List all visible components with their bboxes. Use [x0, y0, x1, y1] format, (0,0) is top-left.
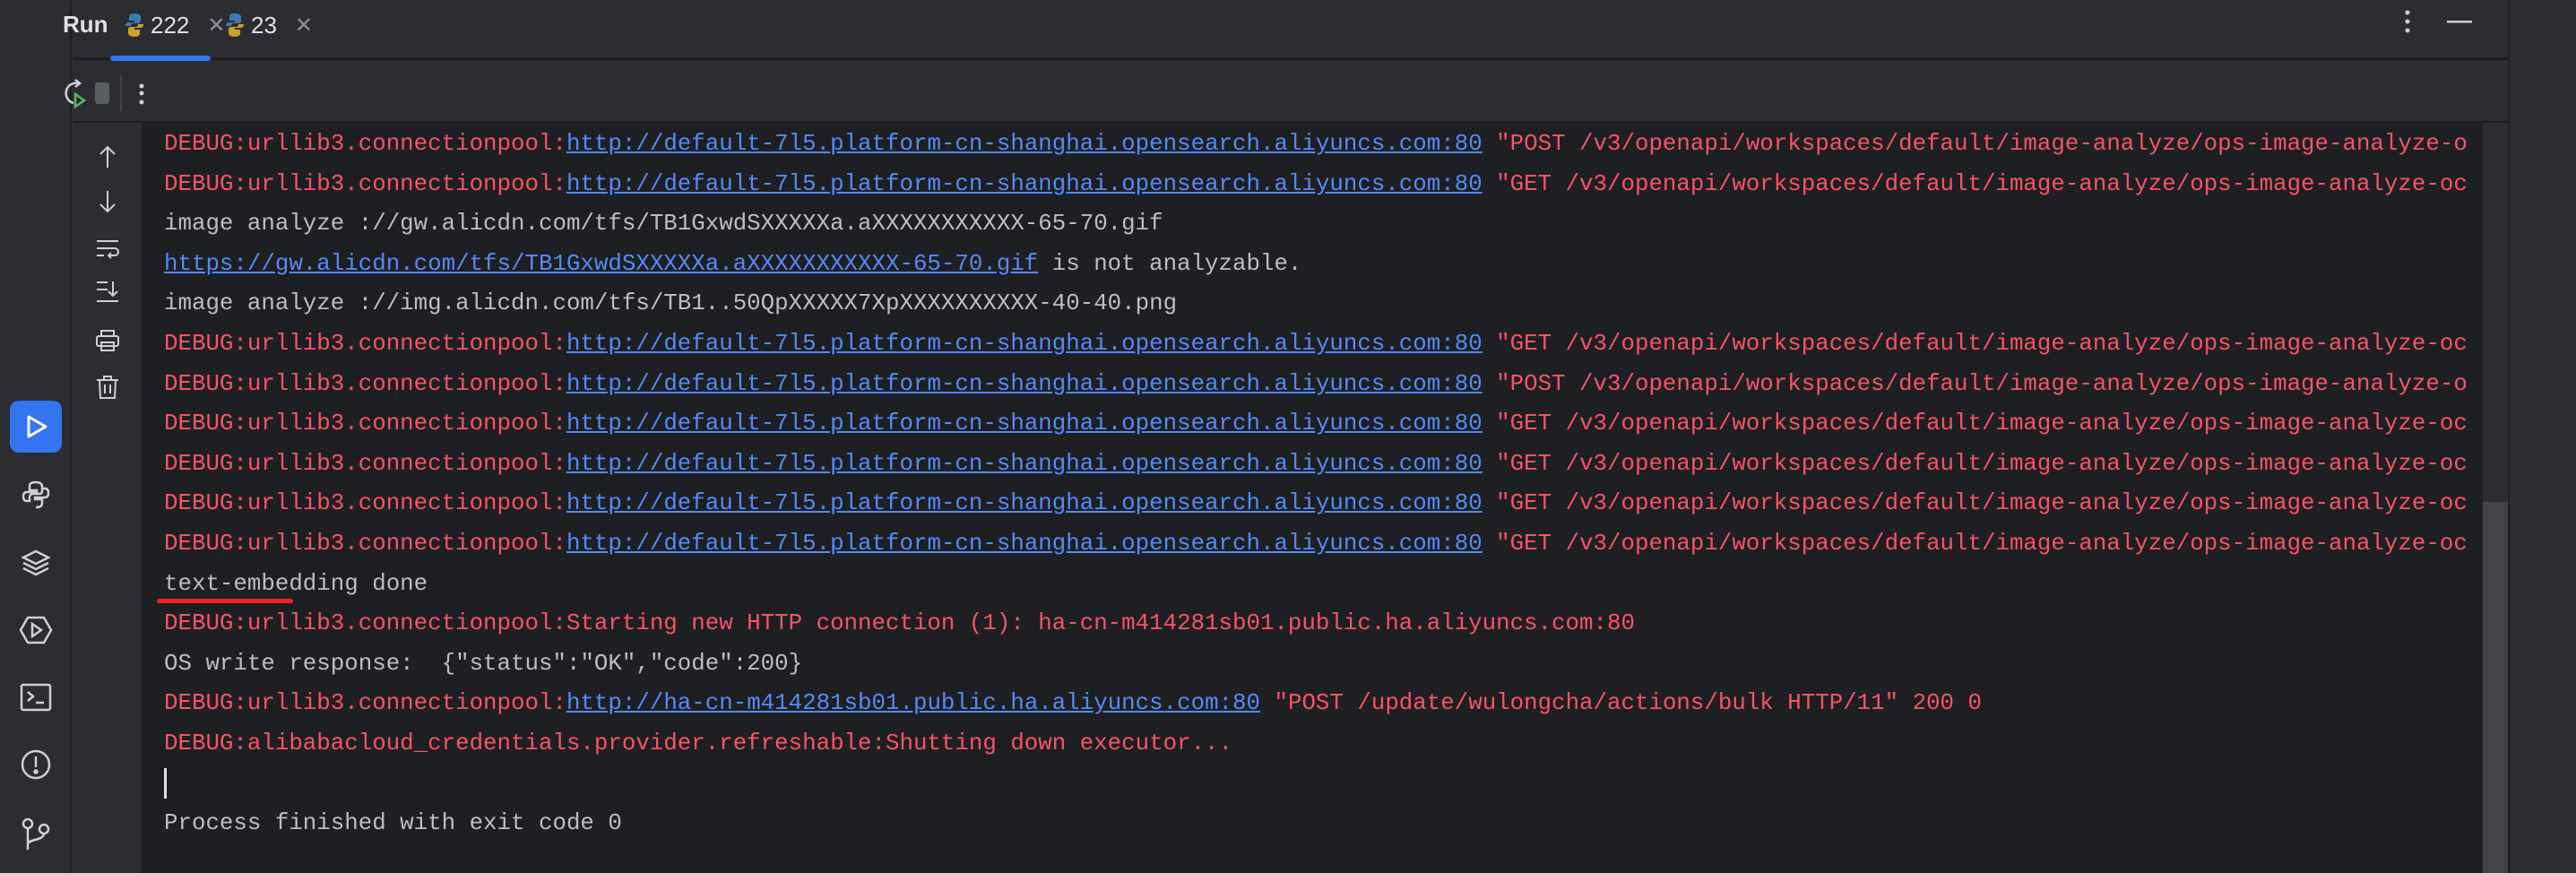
console-link[interactable]: http://default-7l5.platform-cn-shanghai.…	[566, 531, 1482, 557]
output-text: text-embedding done	[164, 570, 428, 597]
layers-icon[interactable]	[10, 537, 62, 589]
console-link[interactable]: http://default-7l5.platform-cn-shanghai.…	[566, 171, 1482, 197]
trash-icon[interactable]	[94, 374, 121, 401]
minimize-icon[interactable]	[2447, 19, 2472, 24]
scroll-to-end-icon[interactable]	[94, 278, 121, 305]
debug-text: DEBUG:urllib3.connectionpool:	[164, 490, 566, 517]
tab-23[interactable]: 23 ✕	[226, 9, 313, 41]
problems-icon[interactable]	[10, 739, 62, 791]
console-link[interactable]: http://default-7l5.platform-cn-shanghai.…	[566, 131, 1482, 157]
run-toolbar	[65, 63, 2508, 123]
debug-text: DEBUG:urllib3.connectionpool:	[164, 530, 566, 557]
console-line: DEBUG:urllib3.connectionpool:Starting ne…	[164, 604, 2468, 644]
terminal-icon[interactable]	[10, 671, 62, 723]
soft-wrap-icon[interactable]	[94, 236, 121, 263]
text-cursor	[164, 767, 167, 799]
tab-222[interactable]: 222 ✕	[125, 9, 226, 41]
highlight-underline	[157, 598, 293, 603]
console-line: text-embedding done	[157, 565, 2468, 605]
tool-window-title: Run	[63, 11, 108, 38]
console-lines: DEBUG:urllib3.connectionpool:http://defa…	[157, 125, 2468, 844]
console-line: DEBUG:urllib3.connectionpool:http://defa…	[164, 404, 2468, 445]
python-icon[interactable]	[10, 469, 62, 521]
more-options-icon[interactable]	[138, 77, 145, 109]
run-icon[interactable]	[10, 401, 62, 453]
console-line: DEBUG:urllib3.connectionpool:http://defa…	[164, 484, 2468, 524]
arrow-down-icon[interactable]	[94, 188, 121, 215]
debug-text: DEBUG:urllib3.connectionpool:	[164, 370, 566, 397]
console-line: DEBUG:urllib3.connectionpool:http://defa…	[164, 324, 2468, 365]
debug-text: DEBUG:urllib3.connectionpool:	[164, 131, 566, 157]
debug-text: "POST /v3/openapi/workspaces/default/ima…	[1482, 131, 2468, 157]
output-text: OS write response: {"status":"OK","code"…	[164, 650, 803, 677]
debug-text: DEBUG:urllib3.connectionpool:	[164, 170, 566, 197]
panel-divider	[2508, 0, 2510, 873]
debug-text: DEBUG:urllib3.connectionpool:Starting ne…	[164, 610, 1635, 637]
console-line: image analyze ://gw.alicdn.com/tfs/TB1Gx…	[164, 204, 2468, 245]
console-line: DEBUG:urllib3.connectionpool:http://defa…	[164, 524, 2468, 565]
console-line: DEBUG:alibabacloud_credentials.provider.…	[164, 724, 2468, 765]
console-link[interactable]: http://ha-cn-m414281sb01.public.ha.aliyu…	[566, 690, 1260, 716]
debug-text: DEBUG:urllib3.connectionpool:	[164, 450, 566, 477]
print-icon[interactable]	[94, 327, 121, 354]
stop-icon[interactable]	[95, 77, 109, 109]
output-text: is not analyzable.	[1038, 250, 1302, 277]
console-link[interactable]: https://gw.alicdn.com/tfs/TB1GxwdSXXXXXa…	[164, 251, 1038, 277]
debug-text: DEBUG:urllib3.connectionpool:	[164, 690, 566, 717]
console-line: DEBUG:urllib3.connectionpool:http://defa…	[164, 125, 2468, 165]
console-link[interactable]: http://default-7l5.platform-cn-shanghai.…	[566, 331, 1482, 357]
debug-text: "GET /v3/openapi/workspaces/default/imag…	[1482, 530, 2468, 557]
close-icon[interactable]: ✕	[207, 13, 225, 39]
console-link[interactable]: http://default-7l5.platform-cn-shanghai.…	[566, 411, 1482, 436]
run-tool-window-header: Run 222 ✕ 23 ✕	[63, 0, 2508, 61]
activity-bar	[0, 0, 72, 873]
console-line: image analyze ://img.alicdn.com/tfs/TB1.…	[164, 284, 2468, 324]
python-file-icon	[125, 13, 143, 37]
debug-text: "POST /update/wulongcha/actions/bulk HTT…	[1260, 690, 1982, 717]
console-line: DEBUG:urllib3.connectionpool:http://defa…	[164, 165, 2468, 205]
debug-text: "GET /v3/openapi/workspaces/default/imag…	[1482, 450, 2468, 477]
debug-text: "GET /v3/openapi/workspaces/default/imag…	[1482, 490, 2468, 517]
console-line: DEBUG:urllib3.connectionpool:http://defa…	[164, 365, 2468, 405]
more-options-icon[interactable]	[2404, 9, 2411, 34]
console-link[interactable]: http://default-7l5.platform-cn-shanghai.…	[566, 451, 1482, 477]
console-line: Process finished with exit code 0	[164, 804, 2468, 844]
tab-label: 222	[151, 11, 190, 39]
git-icon[interactable]	[10, 808, 62, 860]
debug-text: DEBUG:urllib3.connectionpool:	[164, 411, 566, 437]
debug-text: "GET /v3/openapi/workspaces/default/imag…	[1482, 170, 2468, 197]
console-line: https://gw.alicdn.com/tfs/TB1GxwdSXXXXXa…	[164, 245, 2468, 285]
debug-text: DEBUG:urllib3.connectionpool:	[164, 330, 566, 357]
arrow-up-icon[interactable]	[94, 143, 121, 170]
console-line: DEBUG:urllib3.connectionpool:http://defa…	[164, 445, 2468, 485]
console-line: OS write response: {"status":"OK","code"…	[164, 644, 2468, 685]
debug-text: "GET /v3/openapi/workspaces/default/imag…	[1482, 330, 2468, 357]
output-text: Process finished with exit code 0	[164, 810, 622, 837]
rerun-icon[interactable]	[63, 77, 88, 109]
scrollbar-thumb[interactable]	[2483, 502, 2508, 873]
debug-text: "POST /v3/openapi/workspaces/default/ima…	[1482, 370, 2468, 397]
debug-text: DEBUG:alibabacloud_credentials.provider.…	[164, 730, 1233, 756]
close-icon[interactable]: ✕	[295, 13, 313, 39]
services-icon[interactable]	[10, 604, 62, 656]
active-tab-indicator	[110, 56, 211, 61]
output-text: image analyze ://gw.alicdn.com/tfs/TB1Gx…	[164, 211, 1163, 238]
console-link[interactable]: http://default-7l5.platform-cn-shanghai.…	[566, 371, 1482, 397]
toolbar-separator	[120, 75, 122, 111]
output-text: image analyze ://img.alicdn.com/tfs/TB1.…	[164, 290, 1178, 317]
debug-text: "GET /v3/openapi/workspaces/default/imag…	[1482, 411, 2468, 437]
console-link[interactable]: http://default-7l5.platform-cn-shanghai.…	[566, 490, 1482, 516]
tab-label: 23	[251, 11, 277, 39]
python-file-icon	[226, 13, 244, 37]
console-actions-gutter	[73, 123, 142, 873]
console-line	[164, 765, 2468, 805]
console-output[interactable]: DEBUG:urllib3.connectionpool:http://defa…	[142, 123, 2483, 873]
console-line: DEBUG:urllib3.connectionpool:http://ha-c…	[164, 684, 2468, 724]
